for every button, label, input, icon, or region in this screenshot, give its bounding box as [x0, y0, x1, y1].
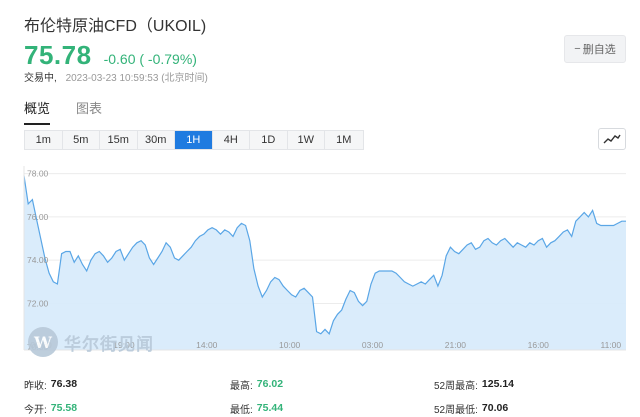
period-1w[interactable]: 1W: [287, 131, 325, 149]
tab-overview[interactable]: 概览: [24, 98, 51, 125]
stat-low: 最低: 75.44: [230, 402, 284, 416]
tab-chart[interactable]: 图表: [76, 98, 102, 125]
x-tick-label: 16:00: [528, 340, 550, 350]
trading-status: 交易中, 2023-03-23 10:59:53 (北京时间): [24, 69, 208, 84]
price-area: [24, 175, 626, 350]
stats-row: 今开: 75.58 最低: 75.44 52周最低: 70.06: [24, 396, 624, 417]
period-1m[interactable]: 1m: [25, 131, 63, 149]
x-tick-label: 14:00: [196, 340, 218, 350]
remove-watchlist-button[interactable]: − 删自选: [564, 35, 626, 63]
stat-open: 今开: 75.58: [24, 402, 78, 416]
watermark-text: 华尔街见闻: [64, 334, 154, 355]
status-text: 交易中,: [24, 73, 57, 84]
y-tick-label: 72.00: [27, 298, 49, 308]
period-15m[interactable]: 15m: [100, 131, 138, 149]
view-tabs: 概览 图表: [24, 98, 128, 125]
instrument-title: 布伦特原油CFD（UKOIL): [24, 18, 207, 35]
minus-icon: −: [574, 43, 581, 55]
y-tick-label: 74.00: [27, 255, 49, 265]
chart-type-button[interactable]: [598, 128, 626, 150]
price-row: 75.78 -0.60 ( -0.79%): [24, 40, 197, 71]
stat-52w-high: 52周最高: 125.14: [434, 378, 515, 392]
update-timestamp: 2023-03-23 10:59:53 (北京时间): [65, 73, 208, 84]
stats-row: 昨收: 76.38 最高: 76.02 52周最高: 125.14: [24, 372, 624, 396]
quote-stats: 昨收: 76.38 最高: 76.02 52周最高: 125.14 今开: 75…: [24, 372, 624, 417]
last-price: 75.78: [24, 40, 92, 70]
period-1mo[interactable]: 1M: [325, 131, 363, 149]
period-1d[interactable]: 1D: [250, 131, 288, 149]
x-tick-label: 21:00: [445, 340, 467, 350]
watermark-logo: W: [28, 327, 58, 357]
period-4h[interactable]: 4H: [212, 131, 250, 149]
watermark: W 华尔街见闻: [28, 327, 154, 357]
remove-watchlist-label: 删自选: [582, 44, 616, 56]
period-1h[interactable]: 1H: [175, 131, 213, 149]
period-selector: 1m 5m 15m 30m 1H 4H 1D 1W 1M: [24, 130, 364, 150]
y-tick-label: 76.00: [27, 212, 49, 222]
stat-prev-close: 昨收: 76.38: [24, 378, 78, 392]
period-5m[interactable]: 5m: [62, 131, 100, 149]
x-tick-label: 10:00: [279, 340, 301, 350]
price-change: -0.60 ( -0.79%): [103, 51, 197, 67]
y-tick-label: 78.00: [27, 169, 49, 179]
stat-high: 最高: 76.02: [230, 378, 284, 392]
x-tick-label: 11:00: [600, 340, 621, 350]
stat-52w-low: 52周最低: 70.06: [434, 402, 509, 416]
line-chart-icon: [603, 134, 621, 144]
x-tick-label: 03:00: [362, 340, 384, 350]
period-30m[interactable]: 30m: [137, 131, 175, 149]
